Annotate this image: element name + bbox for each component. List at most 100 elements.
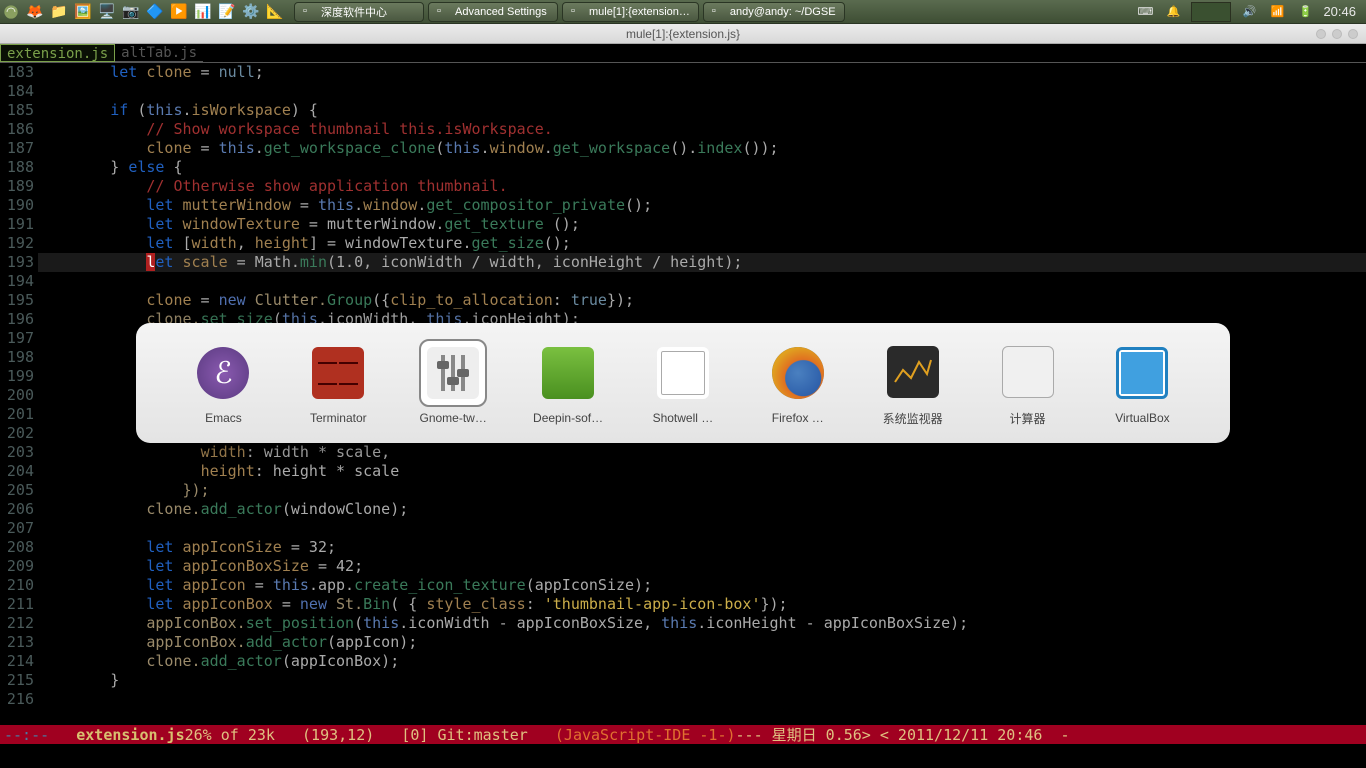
code-line[interactable]: // Show workspace thumbnail this.isWorks… xyxy=(38,120,1366,139)
app-store-icon: ▫ xyxy=(303,5,317,19)
code-line[interactable]: let appIconBox = new St.Bin( { style_cla… xyxy=(38,595,1366,614)
cpu-tray-icon[interactable] xyxy=(1191,2,1231,22)
settings-launcher-icon[interactable]: ⚙️ xyxy=(240,1,262,23)
code-line[interactable]: // Otherwise show application thumbnail. xyxy=(38,177,1366,196)
line-number: 198 xyxy=(0,348,34,367)
code-line[interactable]: clone.add_actor(windowClone); xyxy=(38,500,1366,519)
switcher-item-ff[interactable]: Firefox … xyxy=(748,341,848,425)
line-gutter: 1831841851861871881891901911921931941951… xyxy=(0,63,38,725)
firefox-launcher-icon[interactable]: 🦊 xyxy=(24,1,46,23)
app-launcher-icon[interactable]: 🔷 xyxy=(144,1,166,23)
main-menu-icon[interactable] xyxy=(0,1,22,23)
clock[interactable]: 20:46 xyxy=(1323,4,1356,19)
screenshot-launcher-icon[interactable]: 📷 xyxy=(120,1,142,23)
code-line[interactable]: } else { xyxy=(38,158,1366,177)
switcher-label: Shotwell … xyxy=(653,411,714,425)
line-number: 214 xyxy=(0,652,34,671)
switcher-item-vbox[interactable]: VirtualBox xyxy=(1092,341,1192,425)
line-number: 209 xyxy=(0,557,34,576)
util-launcher-icon[interactable]: 📐 xyxy=(264,1,286,23)
code-line[interactable]: if (this.isWorkspace) { xyxy=(38,101,1366,120)
code-line[interactable]: let [width, height] = windowTexture.get_… xyxy=(38,234,1366,253)
switcher-item-tweak[interactable]: Gnome-tw… xyxy=(403,341,503,425)
switcher-label: Terminator xyxy=(310,411,367,425)
code-line[interactable]: clone = new Clutter.Group({clip_to_alloc… xyxy=(38,291,1366,310)
tweak-icon: ▫ xyxy=(437,5,451,19)
code-line[interactable]: appIconBox.set_position(this.iconWidth -… xyxy=(38,614,1366,633)
code-line[interactable]: let scale = Math.min(1.0, iconWidth / wi… xyxy=(38,253,1366,272)
code-line[interactable]: appIconBox.add_actor(appIcon); xyxy=(38,633,1366,652)
code-line[interactable]: let windowTexture = mutterWindow.get_tex… xyxy=(38,215,1366,234)
taskbar-label: Advanced Settings xyxy=(455,6,547,18)
switcher-item-term[interactable]: Terminator xyxy=(288,341,388,425)
ff-icon xyxy=(766,341,830,405)
code-line[interactable]: width: width * scale, xyxy=(38,443,1366,462)
code-line[interactable]: let mutterWindow = this.window.get_compo… xyxy=(38,196,1366,215)
code-line[interactable]: height: height * scale xyxy=(38,462,1366,481)
minibuffer[interactable] xyxy=(0,744,1366,768)
taskbar-label: andy@andy: ~/DGSE xyxy=(730,6,836,18)
monitor-launcher-icon[interactable]: 📊 xyxy=(192,1,214,23)
keyboard-tray-icon[interactable]: ⌨ xyxy=(1135,2,1155,22)
code-line[interactable]: let clone = null; xyxy=(38,63,1366,82)
maximize-button[interactable] xyxy=(1332,29,1342,39)
taskbar-button[interactable]: ▫andy@andy: ~/DGSE xyxy=(703,2,845,22)
vbox-icon xyxy=(1110,341,1174,405)
line-number: 186 xyxy=(0,120,34,139)
switcher-item-emacs[interactable]: ℰEmacs xyxy=(173,341,273,425)
line-number: 215 xyxy=(0,671,34,690)
shield-tray-icon[interactable]: 🔔 xyxy=(1163,2,1183,22)
editor-launcher-icon[interactable]: 📝 xyxy=(216,1,238,23)
line-number: 205 xyxy=(0,481,34,500)
line-number: 213 xyxy=(0,633,34,652)
line-number: 191 xyxy=(0,215,34,234)
taskbar: ▫ 深度软件中心 ▫ Advanced Settings ▫mule[1]:{exten… xyxy=(294,2,1135,22)
line-number: 201 xyxy=(0,405,34,424)
taskbar-label: mule[1]:{extension… xyxy=(589,6,690,18)
line-number: 212 xyxy=(0,614,34,633)
switcher-item-deepin[interactable]: Deepin-sof… xyxy=(518,341,618,425)
switcher-item-mon[interactable]: 系统监视器 xyxy=(863,340,963,427)
switcher-item-calc[interactable]: 计算器 xyxy=(978,340,1078,427)
switcher-label: Emacs xyxy=(205,411,242,425)
code-line[interactable]: } xyxy=(38,671,1366,690)
battery-tray-icon[interactable]: 🔋 xyxy=(1295,2,1315,22)
player-launcher-icon[interactable]: ▶️ xyxy=(168,1,190,23)
wifi-tray-icon[interactable]: 📶 xyxy=(1267,2,1287,22)
volume-tray-icon[interactable]: 🔊 xyxy=(1239,2,1259,22)
taskbar-label: 深度软件中心 xyxy=(321,4,387,20)
terminal-launcher-icon[interactable]: 🖥️ xyxy=(96,1,118,23)
taskbar-button[interactable]: ▫ Advanced Settings xyxy=(428,2,558,22)
line-number: 207 xyxy=(0,519,34,538)
switcher-label: 计算器 xyxy=(1010,410,1046,427)
editor-tab[interactable]: altTab.js xyxy=(115,44,203,62)
switcher-item-shot[interactable]: Shotwell … xyxy=(633,341,733,425)
minimize-button[interactable] xyxy=(1316,29,1326,39)
editor-tab[interactable]: extension.js xyxy=(0,44,115,62)
line-number: 202 xyxy=(0,424,34,443)
switcher-label: Gnome-tw… xyxy=(420,411,487,425)
window-controls xyxy=(1316,29,1358,39)
taskbar-button[interactable]: ▫mule[1]:{extension… xyxy=(562,2,699,22)
folder-launcher-icon[interactable]: 📁 xyxy=(48,1,70,23)
code-line[interactable]: let appIconSize = 32; xyxy=(38,538,1366,557)
mon-icon xyxy=(881,340,945,404)
code-line[interactable] xyxy=(38,519,1366,538)
code-line[interactable] xyxy=(38,82,1366,101)
line-number: 208 xyxy=(0,538,34,557)
code-line[interactable]: clone.add_actor(appIconBox); xyxy=(38,652,1366,671)
code-line[interactable] xyxy=(38,690,1366,709)
code-line[interactable] xyxy=(38,272,1366,291)
image-launcher-icon[interactable]: 🖼️ xyxy=(72,1,94,23)
code-line[interactable]: }); xyxy=(38,481,1366,500)
code-line[interactable]: let appIconBoxSize = 42; xyxy=(38,557,1366,576)
taskbar-button[interactable]: ▫ 深度软件中心 xyxy=(294,2,424,22)
shot-icon xyxy=(651,341,715,405)
code-line[interactable]: let appIcon = this.app.create_icon_textu… xyxy=(38,576,1366,595)
window-titlebar[interactable]: mule[1]:{extension.js} xyxy=(0,24,1366,44)
close-button[interactable] xyxy=(1348,29,1358,39)
alt-tab-switcher[interactable]: ℰEmacs Terminator Gnome-tw… Deepin-sof… Shot… xyxy=(136,323,1230,443)
code-line[interactable]: clone = this.get_workspace_clone(this.wi… xyxy=(38,139,1366,158)
switcher-label: Firefox … xyxy=(772,411,824,425)
switcher-label: Deepin-sof… xyxy=(533,411,603,425)
